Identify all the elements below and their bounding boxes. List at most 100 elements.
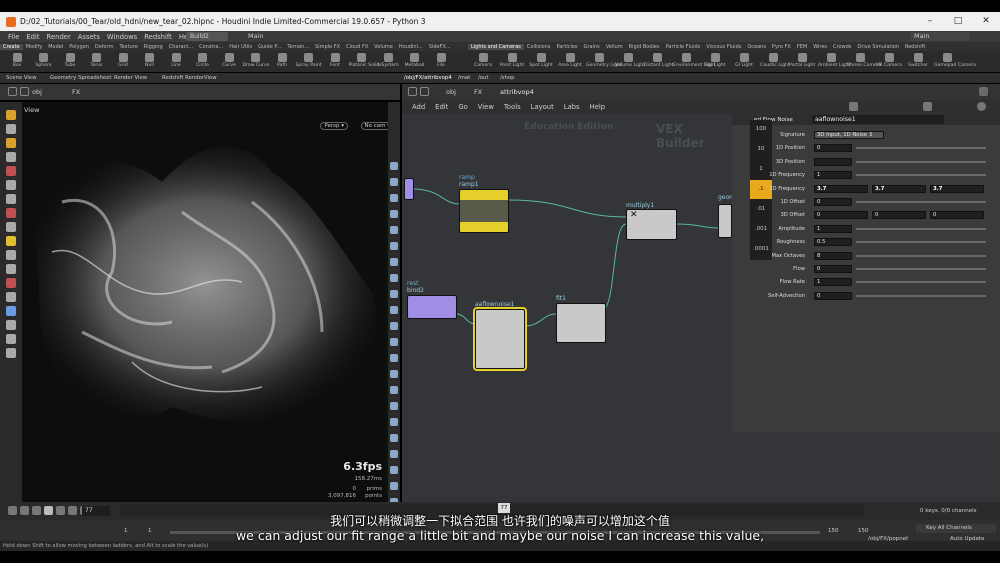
shelf-tab[interactable]: SideFX...: [426, 44, 454, 50]
viewport-tool-icon[interactable]: [6, 348, 16, 358]
display-option-icon[interactable]: [390, 194, 398, 202]
menu-windows[interactable]: Windows: [107, 33, 137, 41]
bind-node[interactable]: [407, 295, 457, 319]
param-value-field[interactable]: 1: [814, 171, 852, 180]
wrench-icon[interactable]: [849, 102, 858, 111]
param-slider[interactable]: [856, 294, 986, 297]
shelf-tab[interactable]: Crowds: [830, 44, 854, 50]
network-editor[interactable]: Education Edition VEX Builder ramp ramp1…: [402, 114, 732, 502]
menu-edit[interactable]: Edit: [26, 33, 39, 41]
param-slider[interactable]: [856, 201, 986, 203]
viewport-tool-icon[interactable]: [6, 138, 16, 148]
shelf-tool[interactable]: Draw Curve: [243, 53, 270, 68]
shelf-tab[interactable]: Volume: [371, 44, 396, 50]
shelf-tab[interactable]: Collisions: [524, 44, 554, 50]
shelf-tool[interactable]: Spot Light: [528, 53, 554, 68]
network-menu-add[interactable]: Add: [412, 103, 425, 111]
param-slider[interactable]: [856, 254, 986, 257]
display-option-icon[interactable]: [390, 370, 398, 378]
network-menu-help[interactable]: Help: [590, 103, 606, 111]
shelf-tab[interactable]: Terrain...: [284, 44, 312, 50]
shelf-tool[interactable]: Point Light: [499, 53, 525, 68]
shelf-tab[interactable]: Modify: [23, 44, 46, 50]
viewport-tool-icon[interactable]: [6, 124, 16, 134]
display-option-icon[interactable]: [390, 402, 398, 410]
shelf-tab[interactable]: Drive Simulation: [854, 44, 902, 50]
shelf-tool[interactable]: Area Light: [557, 53, 583, 68]
param-value-field[interactable]: 0: [814, 211, 868, 220]
shelf-tab[interactable]: Vellum: [603, 44, 626, 50]
shelf-tool[interactable]: Portal Light: [789, 53, 815, 68]
display-option-icon[interactable]: [390, 466, 398, 474]
viewport-tool-icon[interactable]: [6, 264, 16, 274]
shelf-tab[interactable]: Wires: [810, 44, 830, 50]
shelf-tool[interactable]: Camera: [470, 53, 496, 68]
viewport-tool-icon[interactable]: [6, 166, 16, 176]
viewport-tool-icon[interactable]: [6, 278, 16, 288]
shelf-tab[interactable]: Rigid Bodies: [626, 44, 663, 50]
param-value-field[interactable]: 3.7: [872, 184, 926, 193]
param-value-field[interactable]: 8: [814, 251, 852, 260]
shelf-tool[interactable]: Sky Light: [702, 53, 728, 68]
scene-viewport[interactable]: View Persp ▾ No cam ▾ 6.3fps 158.27ms 0 …: [22, 102, 400, 502]
network-menu-tools[interactable]: Tools: [504, 103, 521, 111]
shelf-tool[interactable]: Font: [322, 53, 348, 68]
maximize-button[interactable]: □: [944, 12, 972, 31]
viewport-tool-icon[interactable]: [6, 180, 16, 190]
param-value-field[interactable]: 3.7: [814, 184, 868, 193]
display-option-icon[interactable]: [390, 418, 398, 426]
geo-output-node[interactable]: [718, 204, 732, 238]
multiply-node[interactable]: ✕: [626, 209, 677, 240]
display-option-icon[interactable]: [390, 482, 398, 490]
shelf-tab[interactable]: Polygon: [66, 44, 92, 50]
shelf-tab[interactable]: Texture: [116, 44, 140, 50]
back-icon[interactable]: [8, 87, 17, 96]
param-value-field[interactable]: 0: [814, 265, 852, 273]
param-slider[interactable]: [856, 268, 986, 270]
shelf-tool[interactable]: File: [428, 53, 454, 68]
network-menu-labs[interactable]: Labs: [564, 103, 580, 111]
shelf-tab[interactable]: Guide P...: [255, 44, 284, 50]
shelf-tool[interactable]: Circle: [190, 53, 216, 68]
shelf-tab[interactable]: Simple FX: [312, 44, 343, 50]
minimize-button[interactable]: –: [916, 12, 944, 31]
param-signature-menu[interactable]: 3D Input, 1D Noise ↕: [814, 131, 884, 139]
display-option-icon[interactable]: [390, 306, 398, 314]
viewport-tool-icon[interactable]: [6, 292, 16, 302]
display-option-icon[interactable]: [390, 322, 398, 330]
input-node-partial[interactable]: [404, 178, 414, 200]
pane-tab[interactable]: Redshift RenderView: [162, 75, 217, 81]
shelf-tool[interactable]: Null: [137, 53, 163, 68]
shelf-tab[interactable]: Redshift: [902, 44, 928, 50]
shelf-tool[interactable]: Gamepad Camera: [934, 53, 976, 68]
network-path-obj[interactable]: obj: [446, 88, 456, 96]
shelf-tab[interactable]: Model: [45, 44, 66, 50]
shelf-tool[interactable]: Path: [269, 53, 295, 68]
param-slider[interactable]: [856, 281, 986, 284]
shelf-tab[interactable]: Lights and Cameras: [468, 43, 524, 50]
shelf-tool[interactable]: Volume Light: [615, 53, 645, 68]
gear-icon[interactable]: [923, 102, 932, 111]
display-option-icon[interactable]: [390, 178, 398, 186]
viewport-tool-icon[interactable]: [6, 250, 16, 260]
viewport-tool-icon[interactable]: [6, 236, 16, 246]
viewport-tool-icon[interactable]: [6, 208, 16, 218]
display-option-icon[interactable]: [390, 274, 398, 282]
shelf-tool[interactable]: VR Camera: [876, 53, 902, 68]
shelf-tab[interactable]: Particles: [553, 44, 580, 50]
shelf-tool[interactable]: L-System: [375, 53, 401, 68]
pane-tab[interactable]: Geometry Spreadsheet: [50, 75, 111, 81]
shelf-tab[interactable]: FEM: [794, 44, 810, 50]
shelf-tool[interactable]: Grid: [110, 53, 136, 68]
layout-icon[interactable]: [979, 87, 988, 96]
viewport-tool-icon[interactable]: [6, 110, 16, 120]
param-slider[interactable]: [856, 174, 986, 177]
shelf-tool[interactable]: Curve: [216, 53, 242, 68]
display-option-icon[interactable]: [390, 162, 398, 170]
shelf-tab[interactable]: Pyro FX: [769, 44, 794, 50]
pane-tab[interactable]: Render View: [114, 75, 147, 81]
network-menu-go[interactable]: Go: [458, 103, 467, 111]
network-path-vop[interactable]: attribvop4: [500, 88, 534, 96]
param-value-field[interactable]: 0: [930, 211, 984, 220]
forward-icon[interactable]: [20, 87, 29, 96]
